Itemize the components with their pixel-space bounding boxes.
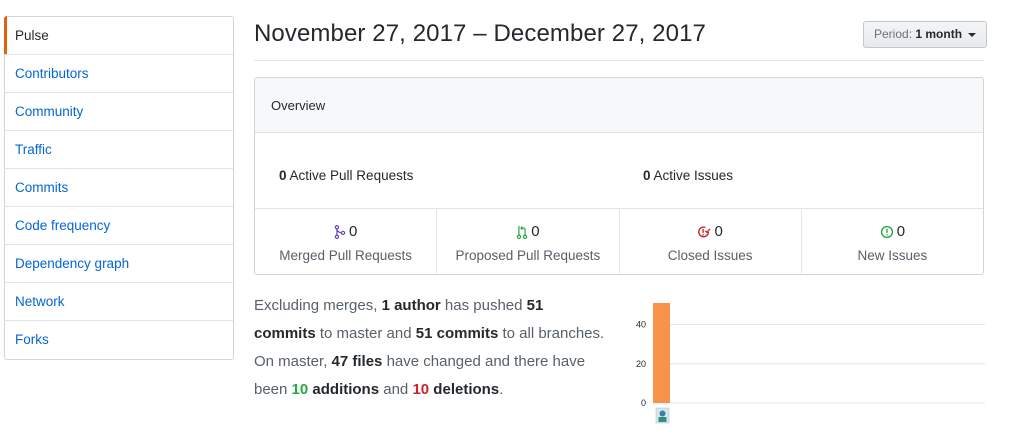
summary-text: .	[499, 381, 504, 398]
proposed-pr-icon	[516, 225, 528, 239]
merged-prs-stat[interactable]: 0 Merged Pull Requests	[255, 209, 438, 274]
overview-summary: 0 Active Pull Requests 0 Active Issues	[255, 133, 983, 209]
new-issues-label: New Issues	[857, 248, 928, 263]
avatar-head-icon	[659, 410, 666, 417]
chart-y-tick-label: 0	[641, 398, 646, 408]
new-issue-icon	[880, 225, 893, 239]
closed-issues-count: 0	[714, 223, 723, 240]
active-pull-requests-link[interactable]: 0 Active Pull Requests	[279, 168, 413, 183]
closed-issues-stat[interactable]: 0 Closed Issues	[620, 209, 802, 274]
chart-bar	[653, 303, 670, 403]
sidebar-item-network[interactable]: Network	[5, 283, 233, 321]
sidebar-item-traffic[interactable]: Traffic	[5, 131, 233, 169]
summary-text: has pushed	[440, 297, 527, 314]
period-value: 1 month	[915, 27, 963, 41]
active-issues-count: 0	[643, 168, 651, 183]
additions-count: 10	[291, 381, 309, 398]
active-prs-label: Active Pull Requests	[289, 168, 414, 183]
additions-word: additions	[308, 381, 380, 398]
sidebar-item-pulse[interactable]: Pulse	[4, 16, 233, 55]
sidebar-item-community[interactable]: Community	[5, 93, 233, 131]
proposed-prs-label: Proposed Pull Requests	[455, 248, 601, 263]
insights-sidebar: Pulse Contributors Community Traffic Com…	[4, 16, 234, 360]
merged-prs-label: Merged Pull Requests	[279, 248, 413, 263]
sidebar-item-forks[interactable]: Forks	[5, 321, 233, 359]
proposed-prs-count: 0	[531, 223, 540, 240]
active-prs-count: 0	[279, 168, 287, 183]
sidebar-item-contributors[interactable]: Contributors	[5, 55, 233, 93]
deletions-count: 10	[412, 381, 430, 398]
overview-heading: Overview	[255, 78, 983, 133]
period-dropdown-button[interactable]: Period: 1 month	[863, 21, 988, 48]
authors-count-link[interactable]: 1 author	[382, 297, 441, 314]
period-label: Period:	[874, 27, 913, 41]
header-divider	[254, 60, 984, 61]
summary-text: Excluding merges,	[254, 297, 382, 314]
active-issues-label: Active Issues	[653, 168, 734, 183]
sidebar-item-commits[interactable]: Commits	[5, 169, 233, 207]
closed-issue-icon	[698, 226, 712, 238]
commits-to-all-branches: 51 commits	[415, 325, 499, 342]
summary-text: to master and	[315, 325, 416, 342]
closed-issues-label: Closed Issues	[667, 248, 753, 263]
summary-text: and	[379, 381, 413, 398]
new-issues-count: 0	[896, 223, 906, 240]
page-title: November 27, 2017 – December 27, 2017	[254, 20, 706, 47]
commits-by-author-chart: 0 20 40	[636, 303, 985, 424]
avatar-body-icon	[658, 417, 667, 422]
commit-summary: Excluding merges, 1 author has pushed 51…	[254, 292, 609, 404]
new-issues-stat[interactable]: 0 New Issues	[802, 209, 983, 274]
overview-stats: 0 Merged Pull Requests 0 Proposed Pull R…	[255, 209, 983, 274]
merged-prs-count: 0	[348, 223, 358, 240]
overview-panel: Overview 0 Active Pull Requests 0 Active…	[254, 77, 984, 275]
caret-down-icon	[968, 32, 977, 37]
chart-y-tick-label: 40	[636, 320, 646, 330]
sidebar-item-code-frequency[interactable]: Code frequency	[5, 207, 233, 245]
chart-y-tick-label: 20	[636, 359, 646, 369]
sidebar-item-dependency-graph[interactable]: Dependency graph	[5, 245, 233, 283]
files-changed: 47 files	[331, 353, 383, 370]
deletions-word: deletions	[429, 381, 500, 398]
merged-pr-icon	[334, 225, 346, 239]
active-issues-link[interactable]: 0 Active Issues	[643, 168, 733, 183]
proposed-prs-stat[interactable]: 0 Proposed Pull Requests	[437, 209, 620, 274]
